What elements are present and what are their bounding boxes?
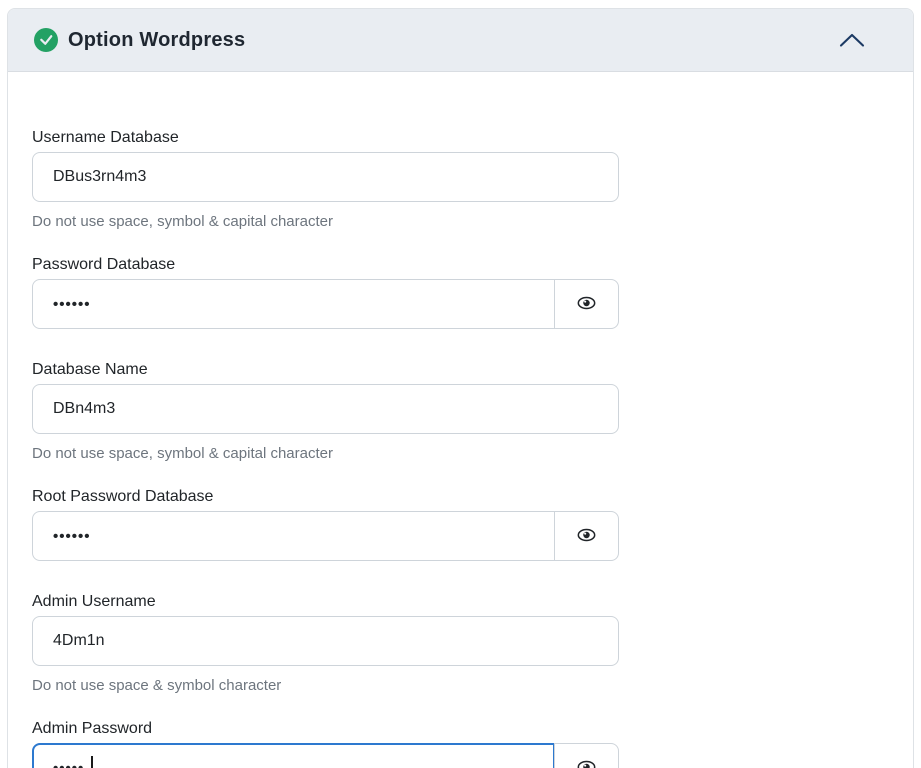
- admin-password-label: Admin Password: [32, 719, 619, 739]
- field-username-database: Username Database Do not use space, symb…: [32, 128, 619, 231]
- database-name-input[interactable]: [32, 384, 619, 434]
- username-database-hint: Do not use space, symbol & capital chara…: [32, 212, 619, 231]
- database-name-label: Database Name: [32, 360, 619, 380]
- admin-username-hint: Do not use space & symbol character: [32, 676, 619, 695]
- field-admin-username: Admin Username Do not use space & symbol…: [32, 592, 619, 695]
- username-database-input[interactable]: [32, 152, 619, 202]
- option-wordpress-panel: Option Wordpress Username Database Do no…: [7, 8, 914, 768]
- password-database-toggle-button[interactable]: [554, 279, 619, 329]
- root-password-database-toggle-button[interactable]: [554, 511, 619, 561]
- admin-password-toggle-button[interactable]: [554, 743, 619, 768]
- check-circle-icon: [34, 28, 58, 52]
- username-database-label: Username Database: [32, 128, 619, 148]
- admin-password-input[interactable]: [32, 743, 555, 768]
- accordion-header-option-wordpress[interactable]: Option Wordpress: [8, 9, 913, 72]
- field-admin-password: Admin Password: [32, 719, 619, 768]
- field-root-password-database: Root Password Database: [32, 487, 619, 561]
- admin-username-input[interactable]: [32, 616, 619, 666]
- root-password-database-input[interactable]: [32, 511, 555, 561]
- password-database-input[interactable]: [32, 279, 555, 329]
- eye-icon: [577, 528, 596, 545]
- eye-icon: [577, 760, 596, 768]
- field-password-database: Password Database: [32, 255, 619, 329]
- accordion-body: Username Database Do not use space, symb…: [8, 72, 913, 768]
- panel-title: Option Wordpress: [68, 29, 245, 52]
- field-database-name: Database Name Do not use space, symbol &…: [32, 360, 619, 463]
- chevron-up-icon[interactable]: [839, 32, 865, 48]
- password-database-label: Password Database: [32, 255, 619, 275]
- root-password-database-label: Root Password Database: [32, 487, 619, 507]
- database-name-hint: Do not use space, symbol & capital chara…: [32, 444, 619, 463]
- eye-icon: [577, 296, 596, 313]
- admin-username-label: Admin Username: [32, 592, 619, 612]
